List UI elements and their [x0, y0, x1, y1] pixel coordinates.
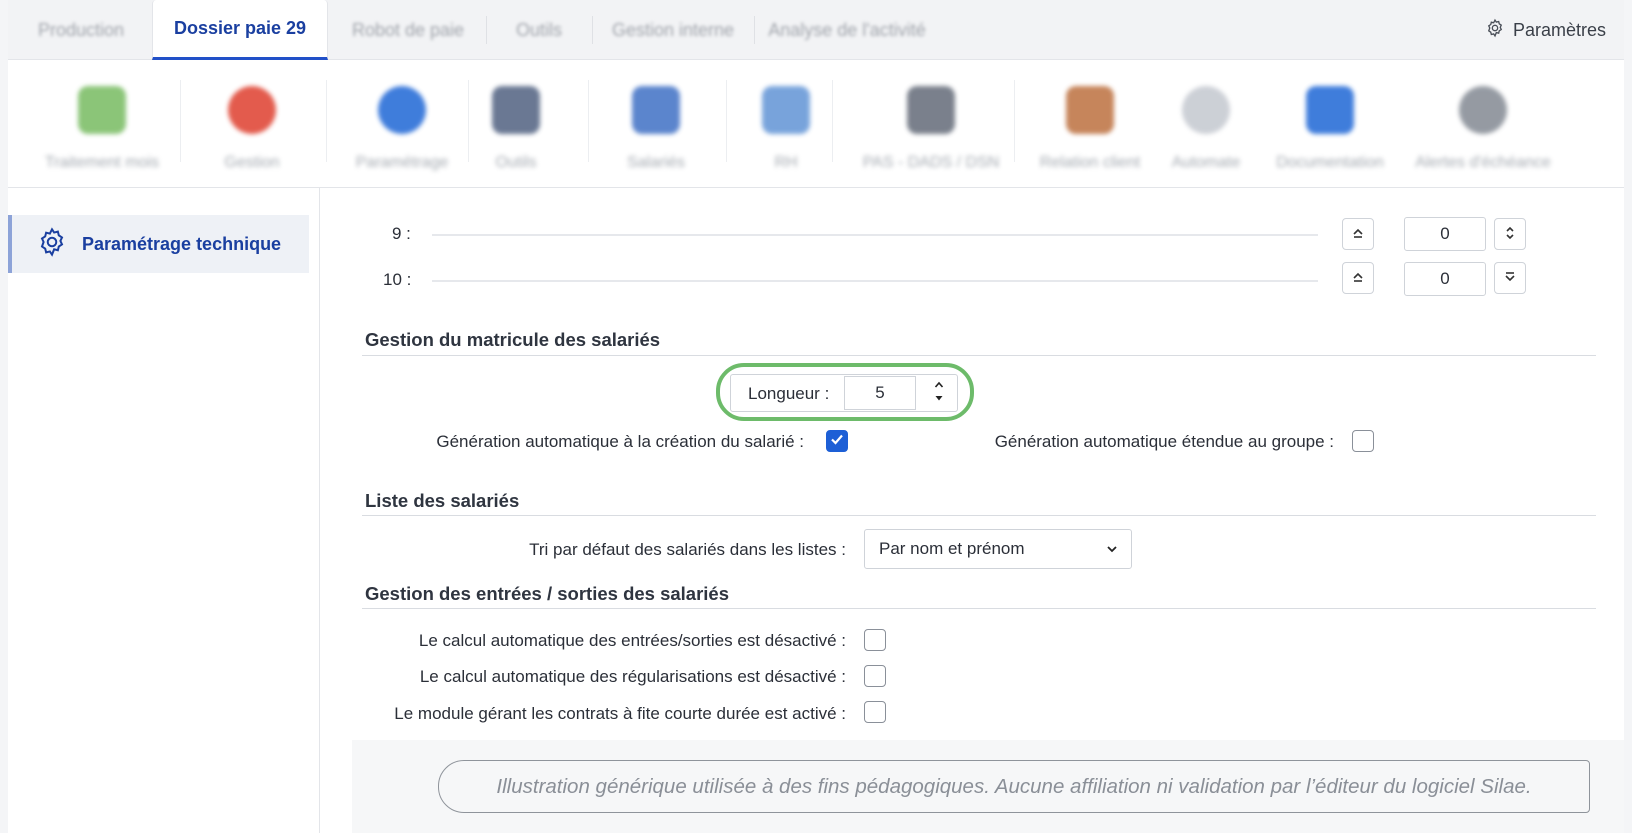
disclaimer-banner: Illustration générique utilisée à des fi… — [438, 760, 1590, 813]
auto-create-label: Génération automatique à la création du … — [436, 432, 804, 451]
toolbar-automate[interactable]: Automate — [1158, 60, 1254, 188]
toolbar-label: Documentation — [1276, 154, 1384, 171]
tab-divider — [486, 16, 487, 44]
updown-icon — [1504, 226, 1516, 243]
move-up-button[interactable] — [1342, 218, 1374, 250]
caret-down-icon[interactable] — [934, 393, 944, 406]
row-label-10: 10 : — [383, 270, 412, 289]
relation-icon — [1066, 86, 1114, 134]
eject-up-icon — [1351, 270, 1365, 286]
sort-select-value: Par nom et prénom — [879, 539, 1025, 558]
auto-create-checkbox[interactable] — [826, 430, 848, 452]
settings-label: Paramètres — [1512, 20, 1606, 40]
ribbon-toolbar: Traitement mois Gestion Paramétrage Outi… — [8, 60, 1624, 188]
row-label-9: 9 : — [392, 224, 411, 243]
calendar-icon — [78, 86, 126, 134]
toolbar-label: PAS - DADS / DSN — [862, 154, 1000, 171]
tab-dossier-paie[interactable]: Dossier paie 29 — [152, 0, 328, 60]
length-stepper[interactable] — [924, 376, 954, 410]
auto-group-checkbox[interactable] — [1352, 430, 1374, 452]
sort-label: Tri par défaut des salariés dans les lis… — [529, 540, 846, 559]
toolbar-label: Automate — [1171, 154, 1241, 171]
sort-select[interactable]: Par nom et prénom — [864, 529, 1132, 569]
toolbar-divider — [1014, 80, 1015, 162]
toolbar-gestion[interactable]: Gestion — [204, 60, 300, 188]
toolbar-divider — [326, 80, 327, 162]
row-value-9[interactable]: 0 — [1404, 217, 1486, 251]
row-slider-10[interactable] — [432, 280, 1318, 282]
toolbar-salaries[interactable]: Salariés — [608, 60, 704, 188]
option-checkbox-entrees-sorties[interactable] — [864, 629, 886, 651]
tab-gestion-interne[interactable]: Gestion interne — [594, 0, 752, 60]
toolbar-label: Alertes d'échéance — [1415, 154, 1551, 171]
section-title-liste: Liste des salariés — [365, 490, 520, 511]
option-label: Le calcul automatique des entrées/sortie… — [418, 631, 846, 650]
toolbar-pas-dads-dsn[interactable]: PAS - DADS / DSN — [856, 60, 1006, 188]
auto-group-label: Génération automatique étendue au groupe… — [994, 432, 1334, 451]
bank-icon — [907, 86, 955, 134]
tab-divider — [592, 16, 593, 44]
eject-up-icon — [1351, 226, 1365, 242]
section-divider — [362, 515, 1596, 516]
section-divider — [362, 355, 1596, 356]
timer-icon — [1459, 86, 1507, 134]
option-label: Le calcul automatique des régularisation… — [419, 667, 846, 686]
length-label: Longueur : — [748, 384, 830, 403]
toolbar-divider — [468, 80, 469, 162]
people-icon — [632, 86, 680, 134]
toolbar-rh[interactable]: RH — [748, 60, 824, 188]
toolbar-label: Outils — [495, 154, 537, 171]
settings-link[interactable]: Paramètres — [1485, 18, 1606, 43]
id-card-icon — [762, 86, 810, 134]
row-slider-9[interactable] — [432, 234, 1318, 236]
chevron-up-icon[interactable] — [934, 380, 944, 393]
section-title-entrees-sorties: Gestion des entrées / sorties des salari… — [365, 583, 730, 604]
tab-outils[interactable]: Outils — [488, 0, 590, 60]
move-up-button[interactable] — [1342, 262, 1374, 294]
move-down-button[interactable] — [1494, 262, 1526, 294]
gear-icon — [36, 226, 68, 263]
tab-analyse-activite[interactable]: Analyse de l'activité — [756, 0, 938, 60]
gear-icon — [1485, 18, 1505, 43]
tab-robot-de-paie[interactable]: Robot de paie — [332, 0, 484, 60]
row-value-10[interactable]: 0 — [1404, 262, 1486, 296]
p-logo-icon — [378, 86, 426, 134]
eject-down-icon — [1503, 270, 1517, 286]
toolbar-documentation[interactable]: Documentation — [1268, 60, 1392, 188]
sidebar-item-parametrage-technique[interactable]: Paramétrage technique — [8, 215, 309, 273]
help-book-icon — [1306, 86, 1354, 134]
length-input[interactable]: 5 — [844, 376, 916, 410]
toolbar-label: Traitement mois — [44, 154, 160, 171]
toolbar-divider — [726, 80, 727, 162]
option-checkbox-regularisations[interactable] — [864, 665, 886, 687]
toolbar-alertes-echeance[interactable]: Alertes d'échéance — [1408, 60, 1558, 188]
toolbar-label: Salariés — [627, 154, 685, 171]
g-logo-icon — [228, 86, 276, 134]
toolbar-parametrage[interactable]: Paramétrage — [342, 60, 462, 188]
sidebar: Paramétrage technique — [8, 188, 320, 833]
play-icon — [1182, 86, 1230, 134]
sidebar-item-label: Paramétrage technique — [82, 233, 282, 254]
section-divider — [362, 608, 1596, 609]
tab-divider — [754, 16, 755, 44]
toolbar-traitement-mois[interactable]: Traitement mois — [32, 60, 172, 188]
toolbar-label: RH — [774, 154, 798, 171]
option-label: Le module gérant les contrats à fite cou… — [394, 704, 846, 723]
toolbar-relation-client[interactable]: Relation client — [1028, 60, 1152, 188]
toolbar-divider — [588, 80, 589, 162]
toolbar-divider — [180, 80, 181, 162]
toolbar-divider — [832, 80, 833, 162]
toolbar-label: Gestion — [224, 154, 280, 171]
option-checkbox-contrats-courts[interactable] — [864, 701, 886, 723]
top-tab-bar: Production Dossier paie 29 Robot de paie… — [8, 0, 1624, 60]
chevron-down-icon — [1105, 540, 1119, 563]
toolbar-outils[interactable]: Outils — [478, 60, 554, 188]
section-title-matricule: Gestion du matricule des salariés — [365, 329, 661, 350]
toolbar-label: Paramétrage — [355, 154, 449, 171]
checkmark-icon — [830, 432, 844, 450]
tools-icon — [492, 86, 540, 134]
reorder-button[interactable] — [1494, 218, 1526, 250]
toolbar-label: Relation client — [1039, 154, 1141, 171]
tab-production[interactable]: Production — [8, 0, 154, 60]
